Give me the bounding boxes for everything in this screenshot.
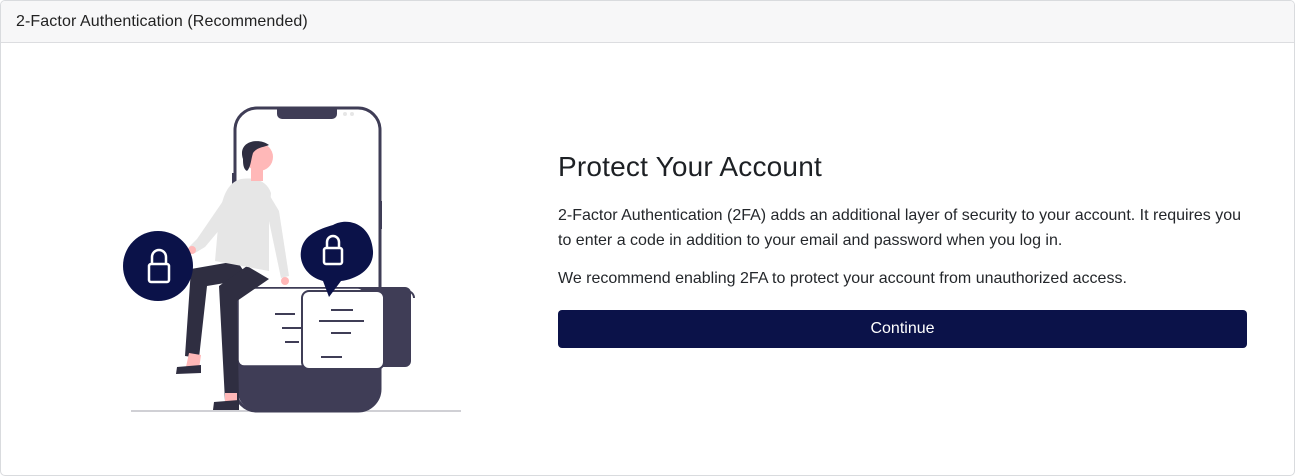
- card-title: 2-Factor Authentication (Recommended): [16, 12, 308, 30]
- lock-icon: [123, 231, 193, 301]
- description-paragraph: 2-Factor Authentication (2FA) adds an ad…: [558, 207, 1242, 249]
- main-content: Protect Your Account 2-Factor Authentica…: [558, 151, 1248, 348]
- phone-security-illustration: [123, 106, 461, 413]
- page-title: Protect Your Account: [558, 151, 822, 182]
- message-icon: [237, 287, 415, 370]
- card-header: 2-Factor Authentication (Recommended): [1, 1, 1294, 43]
- two-factor-card: 2-Factor Authentication (Recommended) Pr…: [0, 0, 1295, 476]
- two-factor-illustration: [119, 101, 469, 421]
- continue-button[interactable]: Continue: [558, 310, 1247, 348]
- recommendation-paragraph: We recommend enabling 2FA to protect you…: [558, 270, 1127, 287]
